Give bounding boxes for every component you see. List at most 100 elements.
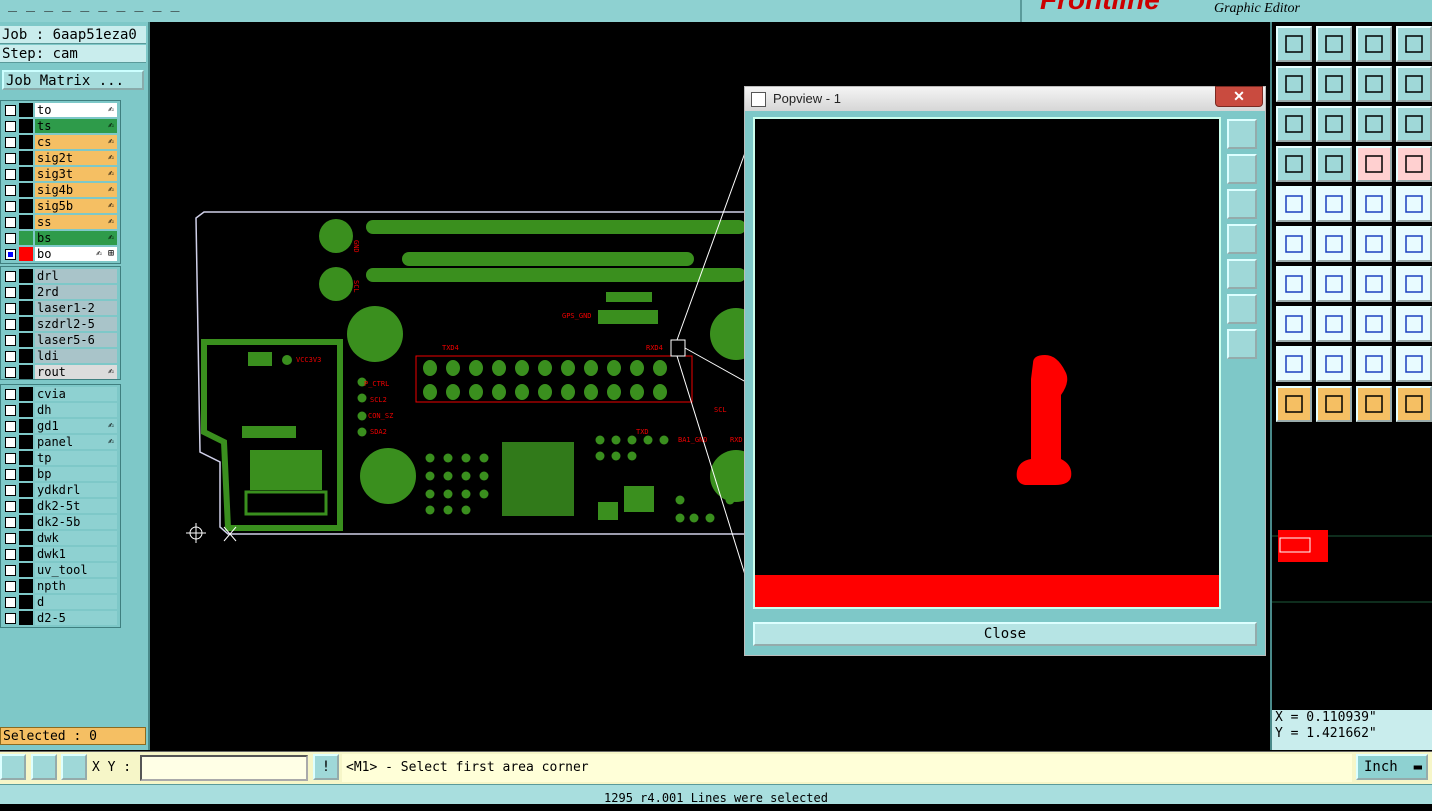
- layer-name[interactable]: sig5b ✍: [35, 199, 117, 213]
- layer-name[interactable]: ydkdrl: [35, 483, 117, 497]
- layer-row-npth[interactable]: npth: [1, 578, 119, 594]
- layer-checkbox[interactable]: [5, 153, 16, 164]
- layer-name[interactable]: bs ✍: [35, 231, 117, 245]
- layer-color-swatch[interactable]: [19, 483, 33, 497]
- layer-row-to[interactable]: to ✍: [1, 102, 119, 118]
- arrow-tool-button[interactable]: [1316, 346, 1352, 382]
- measure-tool-button[interactable]: [1356, 186, 1392, 222]
- layer-name[interactable]: dh: [35, 403, 117, 417]
- layer-checkbox[interactable]: [5, 185, 16, 196]
- layer-checkbox[interactable]: [5, 613, 16, 624]
- layer-color-swatch[interactable]: [19, 317, 33, 331]
- layer-name[interactable]: ts ✍: [35, 119, 117, 133]
- layer-color-swatch[interactable]: [19, 183, 33, 197]
- layer-color-swatch[interactable]: [19, 419, 33, 433]
- layer-row-laser5-6[interactable]: laser5-6: [1, 332, 119, 348]
- popview-zoom-in-button[interactable]: [1227, 154, 1257, 184]
- layer-name[interactable]: uv_tool: [35, 563, 117, 577]
- net-tool-button[interactable]: [1276, 226, 1312, 262]
- layer-color-swatch[interactable]: [19, 151, 33, 165]
- zoom-grid-button[interactable]: [1396, 26, 1432, 62]
- xy-input[interactable]: [140, 755, 308, 781]
- layer-color-swatch[interactable]: [19, 365, 33, 379]
- help-button[interactable]: [1396, 106, 1432, 142]
- grid-toggle-button[interactable]: [1316, 146, 1352, 182]
- layer-checkbox[interactable]: [5, 485, 16, 496]
- layer-name[interactable]: bp: [35, 467, 117, 481]
- layer-checkbox[interactable]: [5, 121, 16, 132]
- layer-name[interactable]: rout ✍: [35, 365, 117, 379]
- zoom-fit-button[interactable]: [1356, 26, 1392, 62]
- layer-color-swatch[interactable]: [19, 119, 33, 133]
- layer-color-swatch[interactable]: [19, 579, 33, 593]
- trapezoid-tool-button[interactable]: [1356, 346, 1392, 382]
- layer-row-dwk1[interactable]: dwk1: [1, 546, 119, 562]
- layer-name[interactable]: npth: [35, 579, 117, 593]
- arc-tool-button[interactable]: [1316, 266, 1352, 302]
- layer-checkbox[interactable]: [5, 389, 16, 400]
- layer-color-swatch[interactable]: [19, 333, 33, 347]
- layer-color-swatch[interactable]: [19, 167, 33, 181]
- layer-checkbox[interactable]: [5, 137, 16, 148]
- delete-tool-button[interactable]: [1316, 226, 1352, 262]
- layer-name[interactable]: drl: [35, 269, 117, 283]
- layer-color-swatch[interactable]: [19, 499, 33, 513]
- layer-checkbox[interactable]: [5, 303, 16, 314]
- layer-color-swatch[interactable]: [19, 199, 33, 213]
- select-poly-button[interactable]: [1356, 386, 1392, 422]
- layer-name[interactable]: dk2-5b: [35, 515, 117, 529]
- copy-tool-button[interactable]: [1396, 226, 1432, 262]
- layer-checkbox[interactable]: [5, 405, 16, 416]
- angle-mode-button[interactable]: [31, 754, 57, 780]
- layer-row-dwk[interactable]: dwk: [1, 530, 119, 546]
- layer-color-swatch[interactable]: [19, 595, 33, 609]
- layer-row-rout[interactable]: rout ✍: [1, 364, 119, 380]
- angle-tool-button[interactable]: [1276, 346, 1312, 382]
- layer-row-ldi[interactable]: ldi: [1, 348, 119, 364]
- layer-name[interactable]: tp: [35, 451, 117, 465]
- layer-color-swatch[interactable]: [19, 103, 33, 117]
- layer-checkbox[interactable]: [5, 287, 16, 298]
- layer-checkbox[interactable]: [5, 335, 16, 346]
- layer-name[interactable]: cvia: [35, 387, 117, 401]
- job-matrix-button[interactable]: Job Matrix ...: [2, 70, 144, 90]
- layer-settings-button[interactable]: [1276, 146, 1312, 182]
- layer-color-swatch[interactable]: [19, 547, 33, 561]
- layer-name[interactable]: laser5-6: [35, 333, 117, 347]
- layer-name[interactable]: sig4b ✍: [35, 183, 117, 197]
- layer-checkbox[interactable]: [5, 271, 16, 282]
- mirror-tool-button[interactable]: [1396, 266, 1432, 302]
- zoom-ratio-button[interactable]: [1356, 106, 1392, 142]
- layer-name[interactable]: sig3t ✍: [35, 167, 117, 181]
- popview-close-button[interactable]: Close: [753, 622, 1257, 646]
- popview-pan-right-button[interactable]: [1227, 259, 1257, 289]
- layer-color-swatch[interactable]: [19, 231, 33, 245]
- zoom-window-button[interactable]: [1316, 26, 1352, 62]
- layer-checkbox[interactable]: [5, 367, 16, 378]
- layer-row-bp[interactable]: bp: [1, 466, 119, 482]
- layer-row-d[interactable]: d: [1, 594, 119, 610]
- layer-row-ts[interactable]: ts ✍: [1, 118, 119, 134]
- layer-row-d2-5[interactable]: d2-5: [1, 610, 119, 626]
- layer-name[interactable]: d: [35, 595, 117, 609]
- layer-name[interactable]: sig2t ✍: [35, 151, 117, 165]
- layer-name[interactable]: szdrl2-5: [35, 317, 117, 331]
- layer-color-swatch[interactable]: [19, 611, 33, 625]
- layer-name[interactable]: cs ✍: [35, 135, 117, 149]
- layer-row-dk2-5t[interactable]: dk2-5t: [1, 498, 119, 514]
- layer-checkbox[interactable]: [5, 517, 16, 528]
- layer-name[interactable]: laser1-2: [35, 301, 117, 315]
- layer-checkbox[interactable]: [5, 351, 16, 362]
- layer-color-swatch[interactable]: [19, 285, 33, 299]
- popview-fit-button[interactable]: [1227, 294, 1257, 324]
- layer-row-cvia[interactable]: cvia: [1, 386, 119, 402]
- layer-checkbox[interactable]: [5, 319, 16, 330]
- pan-redraw-button[interactable]: [1396, 66, 1432, 102]
- line-tool-button[interactable]: [1276, 266, 1312, 302]
- layer-row-dh[interactable]: dh: [1, 402, 119, 418]
- popview-canvas[interactable]: [753, 117, 1221, 609]
- layer-color-swatch[interactable]: [19, 467, 33, 481]
- replace-tool-button[interactable]: [1396, 306, 1432, 342]
- layer-row-ydkdrl[interactable]: ydkdrl: [1, 482, 119, 498]
- layer-row-drl[interactable]: drl: [1, 268, 119, 284]
